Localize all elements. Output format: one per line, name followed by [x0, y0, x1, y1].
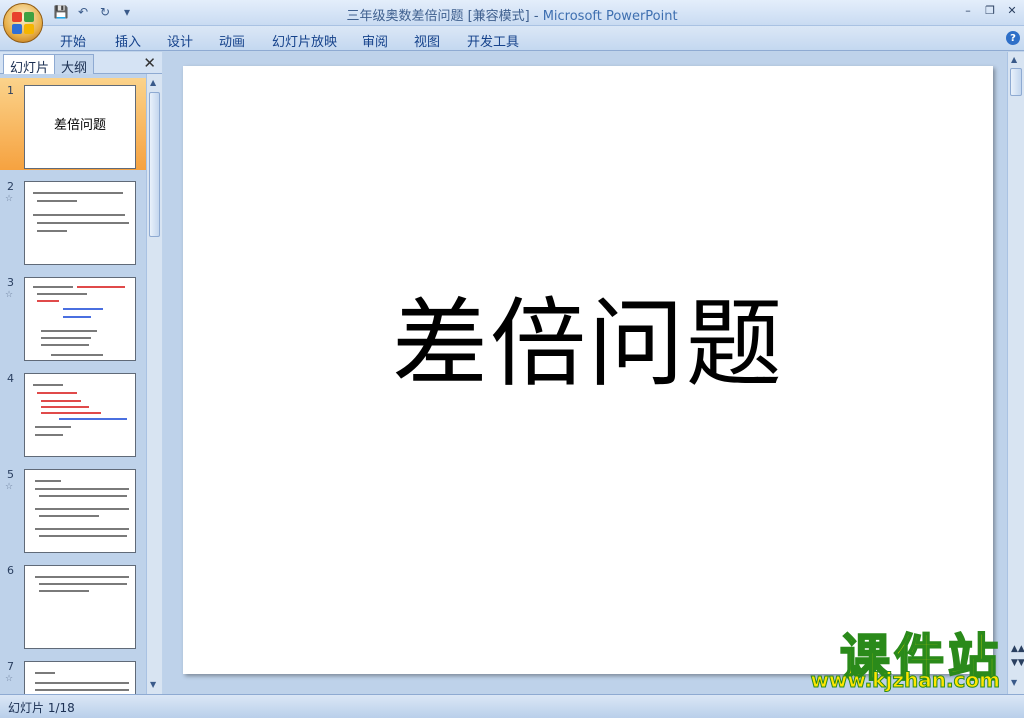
window-controls: – ❐ ✕: [960, 2, 1020, 18]
restore-icon[interactable]: ❐: [982, 2, 998, 18]
status-bar: 幻灯片 1/18: [0, 694, 1024, 718]
title-separator: -: [529, 9, 543, 24]
slide-thumbnail-image: [24, 469, 136, 553]
slide-thumbnail-image: 差倍问题: [24, 85, 136, 169]
slide-number: 7: [7, 660, 14, 673]
title-bar: 💾 ↶ ↻ ▾ 三年级奥数差倍问题 [兼容模式] - Microsoft Pow…: [0, 0, 1024, 26]
slide-thumbnail-4[interactable]: 4: [0, 366, 146, 458]
close-panel-icon[interactable]: ✕: [143, 54, 156, 72]
slide-number: 5: [7, 468, 14, 481]
ribbon-tabs: 开始 插入 设计 动画 幻灯片放映 审阅 视图 开发工具 ?: [0, 26, 1024, 51]
slide-editor: 差倍问题 ▲ ▲▲ ▼▼ ▼: [163, 52, 1024, 694]
office-button[interactable]: [3, 3, 43, 43]
document-title: 三年级奥数差倍问题 [兼容模式]: [346, 9, 530, 24]
next-slide-icon[interactable]: ▼▼: [1011, 658, 1024, 668]
slide-thumbnail-image: [24, 181, 136, 265]
scroll-up-icon[interactable]: ▲: [150, 78, 156, 87]
tab-design[interactable]: 设计: [167, 31, 193, 50]
scrollbar-thumb[interactable]: [149, 92, 160, 237]
slide-thumbnail-5[interactable]: 5 ☆: [0, 462, 146, 554]
tab-developer[interactable]: 开发工具: [467, 31, 519, 50]
tab-review[interactable]: 审阅: [362, 31, 388, 50]
slide-thumbnail-7[interactable]: 7 ☆: [0, 654, 146, 694]
thumbnail-scrollbar[interactable]: ▲ ▼: [146, 74, 162, 694]
slide-thumbnail-3[interactable]: 3 ☆: [0, 270, 146, 362]
slide-indicator: 幻灯片 1/18: [8, 701, 75, 715]
help-icon[interactable]: ?: [1006, 31, 1020, 45]
slide-number: 3: [7, 276, 14, 289]
tab-view[interactable]: 视图: [414, 31, 440, 50]
thumbnail-title: 差倍问题: [53, 118, 106, 133]
slides-panel: 幻灯片 大纲 ✕ 1 差倍问题 2 ☆ 3 ☆ 4 5 ☆ 6 7 ☆ ▲ ▼: [0, 52, 162, 694]
editor-scrollbar[interactable]: ▲ ▲▲ ▼▼ ▼: [1007, 52, 1024, 694]
tab-outline[interactable]: 大纲: [54, 54, 95, 76]
slide-thumbnail-image: [24, 373, 136, 457]
close-icon[interactable]: ✕: [1004, 2, 1020, 18]
animation-star-icon: ☆: [5, 194, 14, 204]
window-title: 三年级奥数差倍问题 [兼容模式] - Microsoft PowerPoint: [0, 5, 1024, 24]
tab-animations[interactable]: 动画: [219, 31, 245, 50]
minimize-icon[interactable]: –: [960, 2, 976, 18]
slide-title[interactable]: 差倍问题: [183, 266, 993, 405]
slide-thumbnail-list: 1 差倍问题 2 ☆ 3 ☆ 4 5 ☆ 6 7 ☆: [0, 74, 146, 694]
slide-thumbnail-2[interactable]: 2 ☆: [0, 174, 146, 266]
slide-number: 6: [7, 564, 14, 577]
tab-slideshow[interactable]: 幻灯片放映: [272, 31, 337, 50]
panel-tabs: 幻灯片 大纲 ✕: [0, 52, 162, 76]
scroll-down-icon[interactable]: ▼: [1011, 678, 1017, 687]
scroll-down-icon[interactable]: ▼: [150, 680, 156, 689]
slide-thumbnail-1[interactable]: 1 差倍问题: [0, 78, 146, 170]
current-slide[interactable]: 差倍问题: [183, 66, 993, 674]
slide-number: 2: [7, 180, 14, 193]
office-logo-icon: [12, 12, 34, 34]
tab-insert[interactable]: 插入: [115, 31, 141, 50]
slide-thumbnail-6[interactable]: 6: [0, 558, 146, 650]
animation-star-icon: ☆: [5, 674, 14, 684]
slide-number: 4: [7, 372, 14, 385]
application-name: Microsoft PowerPoint: [542, 9, 678, 24]
watermark-logo: 课件站 www.kjzhan.com: [766, 618, 1006, 694]
watermark-url: www.kjzhan.com: [810, 668, 1001, 693]
slide-number: 1: [7, 84, 14, 97]
scrollbar-thumb[interactable]: [1010, 68, 1022, 96]
previous-slide-icon[interactable]: ▲▲: [1011, 644, 1024, 654]
tab-slides[interactable]: 幻灯片: [3, 54, 57, 76]
tab-home[interactable]: 开始: [60, 31, 86, 50]
slide-thumbnail-image: [24, 661, 136, 694]
scroll-up-icon[interactable]: ▲: [1011, 55, 1017, 64]
slide-thumbnail-image: [24, 565, 136, 649]
slide-thumbnail-image: [24, 277, 136, 361]
animation-star-icon: ☆: [5, 290, 14, 300]
animation-star-icon: ☆: [5, 482, 14, 492]
